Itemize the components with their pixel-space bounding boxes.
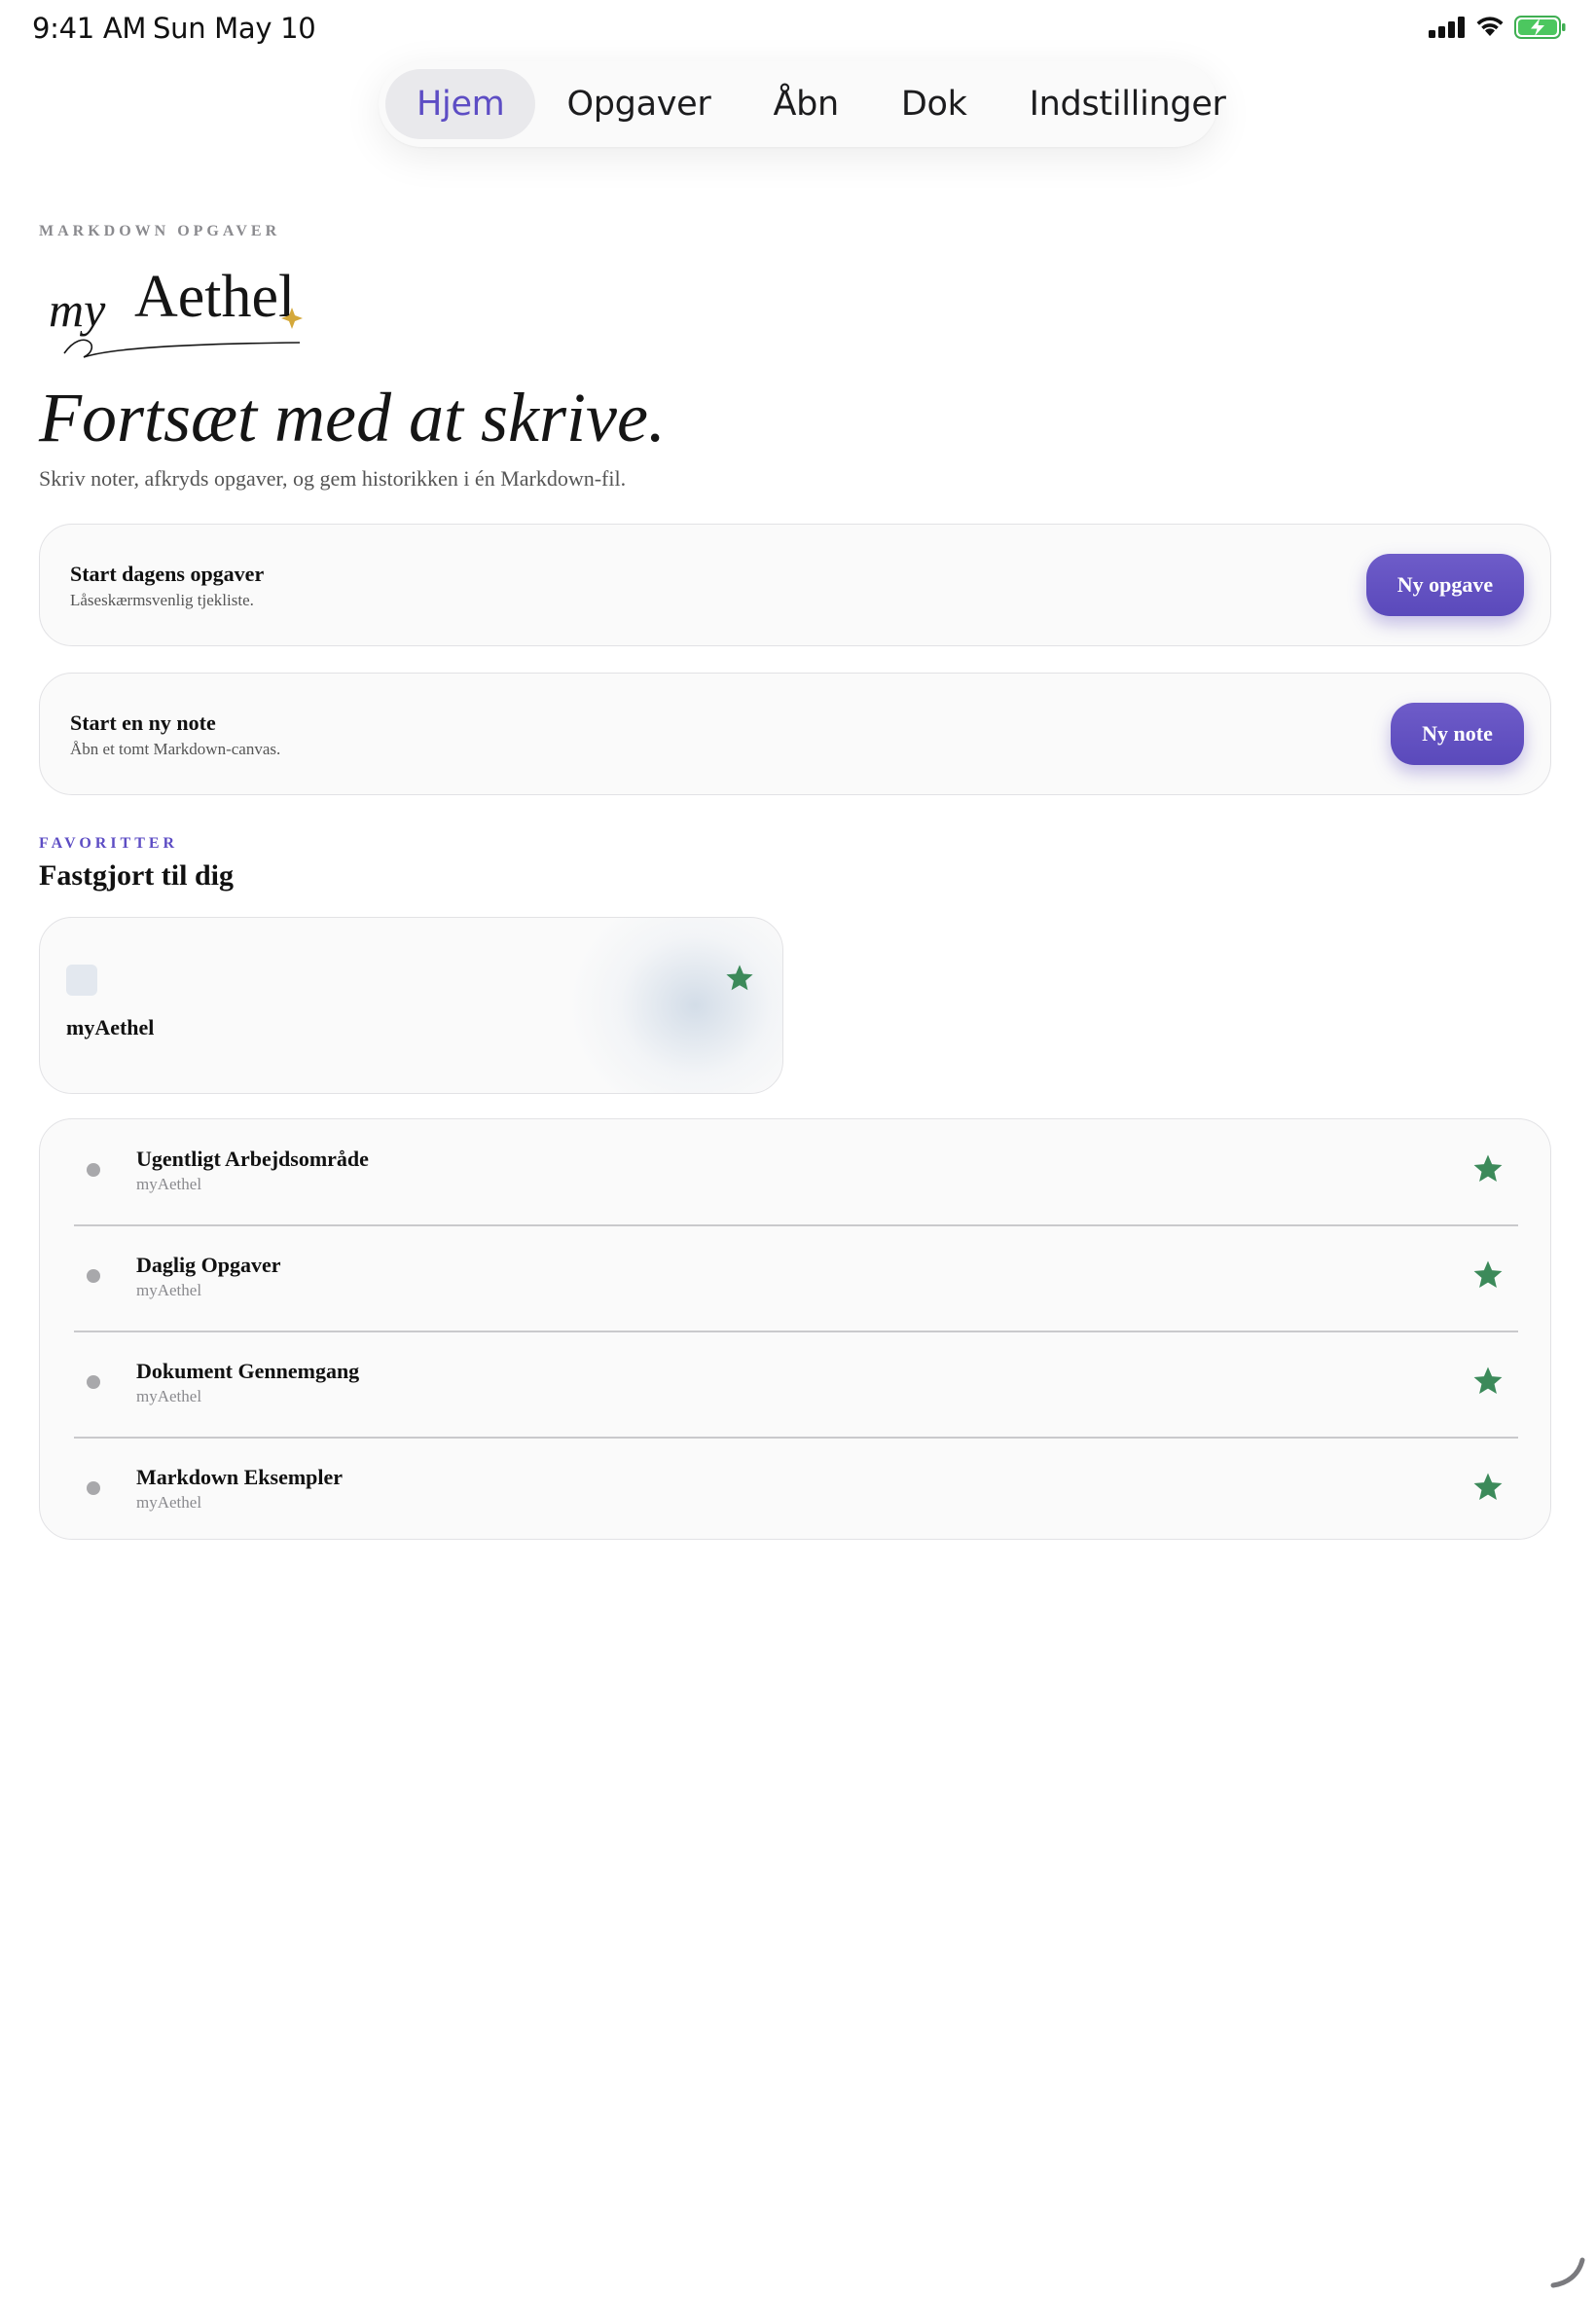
favorites-title: Fastgjort til dig (39, 859, 234, 892)
pinned-card-glow (568, 918, 782, 1093)
star-icon[interactable] (1471, 1471, 1505, 1504)
svg-text:Aethel: Aethel (134, 268, 295, 330)
action-card-subtitle: Åbn et tomt Markdown-canvas. (70, 740, 281, 758)
list-item-subtitle: myAethel (136, 1493, 202, 1512)
status-time: 9:41 AM (32, 12, 147, 45)
bullet-icon (87, 1375, 100, 1389)
page-headline: Fortsæt med at skrive. (39, 379, 666, 456)
tab-abn[interactable]: Åbn (742, 69, 869, 139)
resize-handle-icon[interactable] (1549, 2254, 1588, 2289)
folder-icon (66, 965, 97, 996)
page-subline: Skriv noter, afkryds opgaver, og gem his… (39, 466, 627, 491)
pinned-card-label: myAethel (66, 1015, 155, 1039)
star-icon[interactable] (1471, 1258, 1505, 1292)
list-item[interactable]: Daglig Opgaver myAethel (74, 1225, 1518, 1331)
battery-charging-icon (1514, 16, 1566, 39)
new-task-button[interactable]: Ny opgave (1366, 554, 1524, 616)
status-icons (1429, 16, 1567, 39)
list-item-subtitle: myAethel (136, 1387, 202, 1405)
status-bar: 9:41 AM Sun May 10 (0, 0, 1596, 62)
list-item-subtitle: myAethel (136, 1175, 202, 1193)
star-icon[interactable] (1471, 1152, 1505, 1185)
tab-hjem[interactable]: Hjem (385, 69, 536, 139)
favorites-eyebrow: FAVORITTER (39, 835, 179, 852)
list-item[interactable]: Dokument Gennemgang myAethel (74, 1331, 1518, 1437)
action-card-title: Start en ny note (70, 711, 216, 735)
new-note-button[interactable]: Ny note (1391, 703, 1524, 765)
action-card-subtitle: Låseskærmsvenlig tjekliste. (70, 591, 254, 609)
cellular-signal-icon (1429, 17, 1465, 38)
star-icon[interactable] (724, 963, 755, 994)
bullet-icon (87, 1269, 100, 1283)
svg-text:my: my (49, 282, 106, 337)
list-item[interactable]: Ugentligt Arbejdsområde myAethel (74, 1119, 1518, 1224)
list-item[interactable]: Markdown Eksempler myAethel (74, 1438, 1518, 1543)
tab-dok[interactable]: Dok (870, 69, 998, 139)
status-date: Sun May 10 (153, 12, 316, 45)
favorites-list: Ugentligt Arbejdsområde myAethel Daglig … (39, 1118, 1551, 1540)
tab-opgaver[interactable]: Opgaver (535, 69, 742, 139)
bullet-icon (87, 1163, 100, 1177)
list-item-title: Markdown Eksempler (136, 1465, 344, 1489)
list-item-title: Daglig Opgaver (136, 1253, 281, 1277)
tab-indstillinger[interactable]: Indstillinger (998, 69, 1257, 139)
app-logo: myAethel my Aethel (49, 268, 303, 358)
star-icon[interactable] (1471, 1365, 1505, 1398)
list-item-subtitle: myAethel (136, 1281, 202, 1299)
wifi-icon (1476, 17, 1504, 36)
section-eyebrow: MARKDOWN OPGAVER (39, 223, 281, 239)
bullet-icon (87, 1481, 100, 1495)
action-card-tasks: Start dagens opgaver Låseskærmsvenlig tj… (39, 524, 1551, 646)
action-card-title: Start dagens opgaver (70, 562, 265, 586)
pinned-card[interactable]: myAethel (39, 917, 783, 1094)
list-item-title: Ugentligt Arbejdsområde (136, 1147, 369, 1171)
top-tab-bar: Hjem Opgaver Åbn Dok Indstillinger (379, 61, 1226, 147)
action-card-note: Start en ny note Åbn et tomt Markdown-ca… (39, 673, 1551, 795)
list-item-title: Dokument Gennemgang (136, 1359, 360, 1383)
